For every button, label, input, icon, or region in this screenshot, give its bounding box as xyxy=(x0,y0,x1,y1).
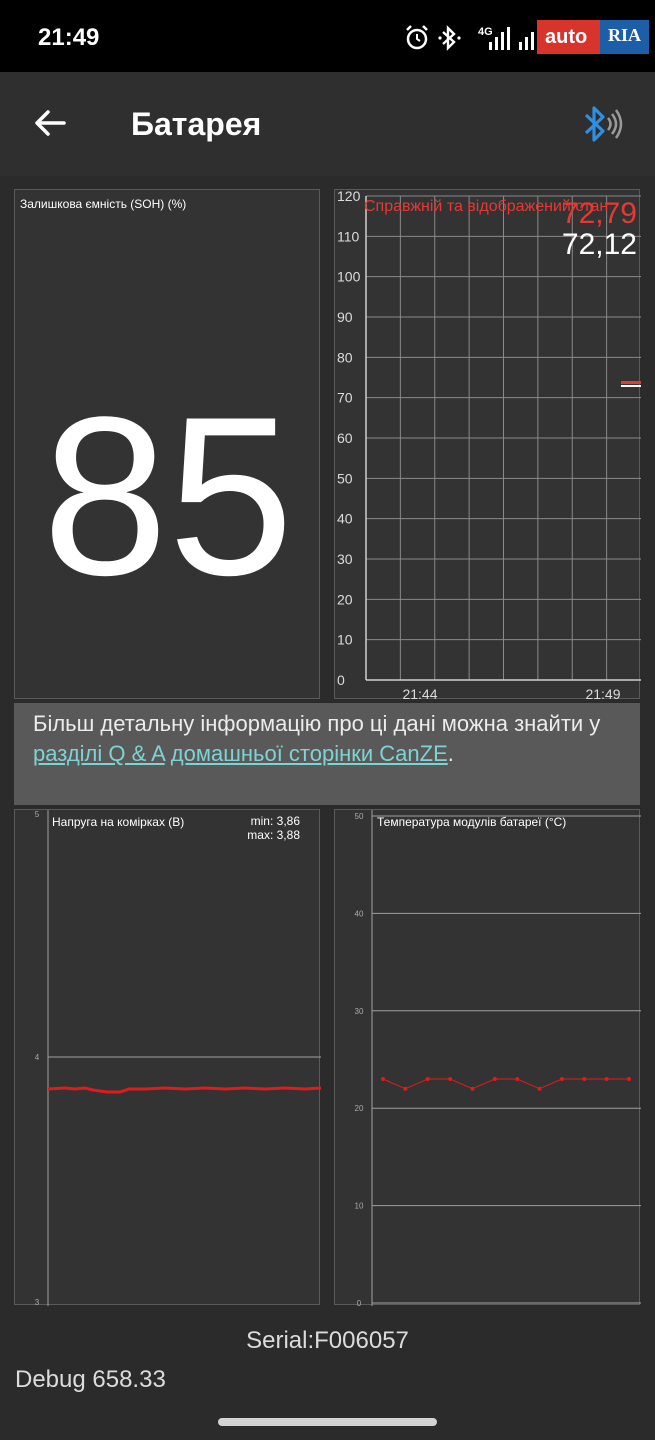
temp-ytick: 40 xyxy=(355,909,364,918)
app-bar: Батарея xyxy=(0,72,655,176)
watermark-auto: auto xyxy=(537,20,600,54)
temperature-line xyxy=(382,1078,629,1090)
temp-ytick: 10 xyxy=(355,1202,364,1211)
soc-chart-panel: 120 110 100 90 80 70 60 50 40 30 20 10 0 21:44 21:49 … xyxy=(334,189,641,700)
soh-panel: Залишкова ємність (SOH) (%) 85 xyxy=(14,189,320,699)
soc-ytick: 30 xyxy=(337,551,353,567)
temp-chart-title: Температура модулів батареї (°C) xyxy=(377,815,566,829)
soc-ytick: 120 xyxy=(337,190,361,204)
temperature-chart: 50 40 30 20 10 0 Температура модулів батареї … xyxy=(355,810,641,1306)
soc-ytick: 60 xyxy=(337,430,353,446)
alarm-icon xyxy=(406,25,428,50)
soc-chart: 1201101009080706050403020100 21:44 21:49 … xyxy=(337,190,641,700)
cell-voltage-chart: 5 4 3 Напруга на комірках (В) min: 3,86 … xyxy=(35,810,321,1306)
soc-ytick: 100 xyxy=(337,269,361,285)
soc-ytick: 10 xyxy=(337,632,353,648)
watermark-logo: auto RIA xyxy=(537,20,649,54)
temperature-point xyxy=(425,1076,430,1081)
temperature-point xyxy=(381,1076,385,1081)
soc-ytick: 0 xyxy=(337,672,345,688)
info-box: Більш детальну інформацію про ці дані мо… xyxy=(14,703,640,805)
temperature-point xyxy=(448,1076,453,1081)
temp-ytick: 0 xyxy=(357,1299,362,1306)
info-text: Більш детальну інформацію про ці дані мо… xyxy=(33,711,601,736)
cell-ytick: 5 xyxy=(35,810,40,819)
temperature-point xyxy=(559,1076,564,1081)
status-bar: 21:49 4G auto RIA xyxy=(0,0,655,72)
soc-ytick: 50 xyxy=(337,470,353,486)
cell-voltage-panel: 5 4 3 Напруга на комірках (В) min: 3,86 … xyxy=(14,809,321,1306)
temp-ytick: 20 xyxy=(355,1104,364,1113)
soc-ytick: 80 xyxy=(337,349,353,365)
temperature-point xyxy=(627,1076,631,1081)
soc-real-value: 72,79 xyxy=(562,197,637,230)
temperature-point xyxy=(604,1076,609,1081)
info-text-end: . xyxy=(447,741,454,766)
watermark-ria: RIA xyxy=(600,20,649,54)
homepage-link[interactable]: домашньої сторінки CanZE xyxy=(171,741,448,766)
bluetooth-icon xyxy=(438,25,461,51)
network-type: 4G xyxy=(478,26,493,38)
bluetooth-button[interactable] xyxy=(577,100,627,148)
soc-xtick: 21:44 xyxy=(402,686,437,700)
soh-label: Залишкова ємність (SOH) (%) xyxy=(20,197,187,211)
temperature-panel: 50 40 30 20 10 0 Температура модулів батареї … xyxy=(334,809,641,1306)
cell-voltage-line xyxy=(47,1086,321,1094)
gesture-navigation-handle[interactable] xyxy=(218,1418,437,1426)
page-title: Батарея xyxy=(131,106,262,142)
soc-xtick: 21:49 xyxy=(585,686,620,700)
soc-ytick: 40 xyxy=(337,511,353,527)
faq-link[interactable]: разділі Q & A xyxy=(33,741,165,766)
status-time: 21:49 xyxy=(38,24,100,51)
soc-ytick: 20 xyxy=(337,591,353,607)
temp-ytick: 30 xyxy=(355,1007,364,1016)
soh-value: 85 xyxy=(42,369,294,622)
soc-ytick: 110 xyxy=(337,228,360,244)
soc-displayed-value: 72,12 xyxy=(562,228,637,261)
serial-number: Serial:F006057 xyxy=(246,1327,409,1354)
arrow-left-icon xyxy=(35,110,66,136)
temperature-point xyxy=(537,1086,542,1091)
soc-ytick: 90 xyxy=(337,309,353,325)
cell-ytick: 4 xyxy=(35,1053,40,1062)
temperature-point xyxy=(582,1076,587,1081)
temperature-point xyxy=(403,1086,408,1091)
temp-ytick: 50 xyxy=(355,812,364,821)
temperature-point xyxy=(470,1086,475,1091)
cell-ytick: 3 xyxy=(35,1298,40,1306)
soc-real-marker xyxy=(621,381,641,384)
bluetooth-connected-icon xyxy=(584,106,623,142)
back-button[interactable] xyxy=(26,100,74,148)
cell-chart-title: Напруга на комірках (В) xyxy=(52,815,184,829)
soc-displayed-marker xyxy=(621,385,641,387)
debug-info: Debug 658.33 xyxy=(15,1366,166,1393)
cell-max: max: 3,88 xyxy=(247,828,300,842)
soc-ytick: 70 xyxy=(337,390,353,406)
temperature-point xyxy=(492,1076,497,1081)
cell-min: min: 3,86 xyxy=(251,814,301,828)
temperature-point xyxy=(515,1076,520,1081)
